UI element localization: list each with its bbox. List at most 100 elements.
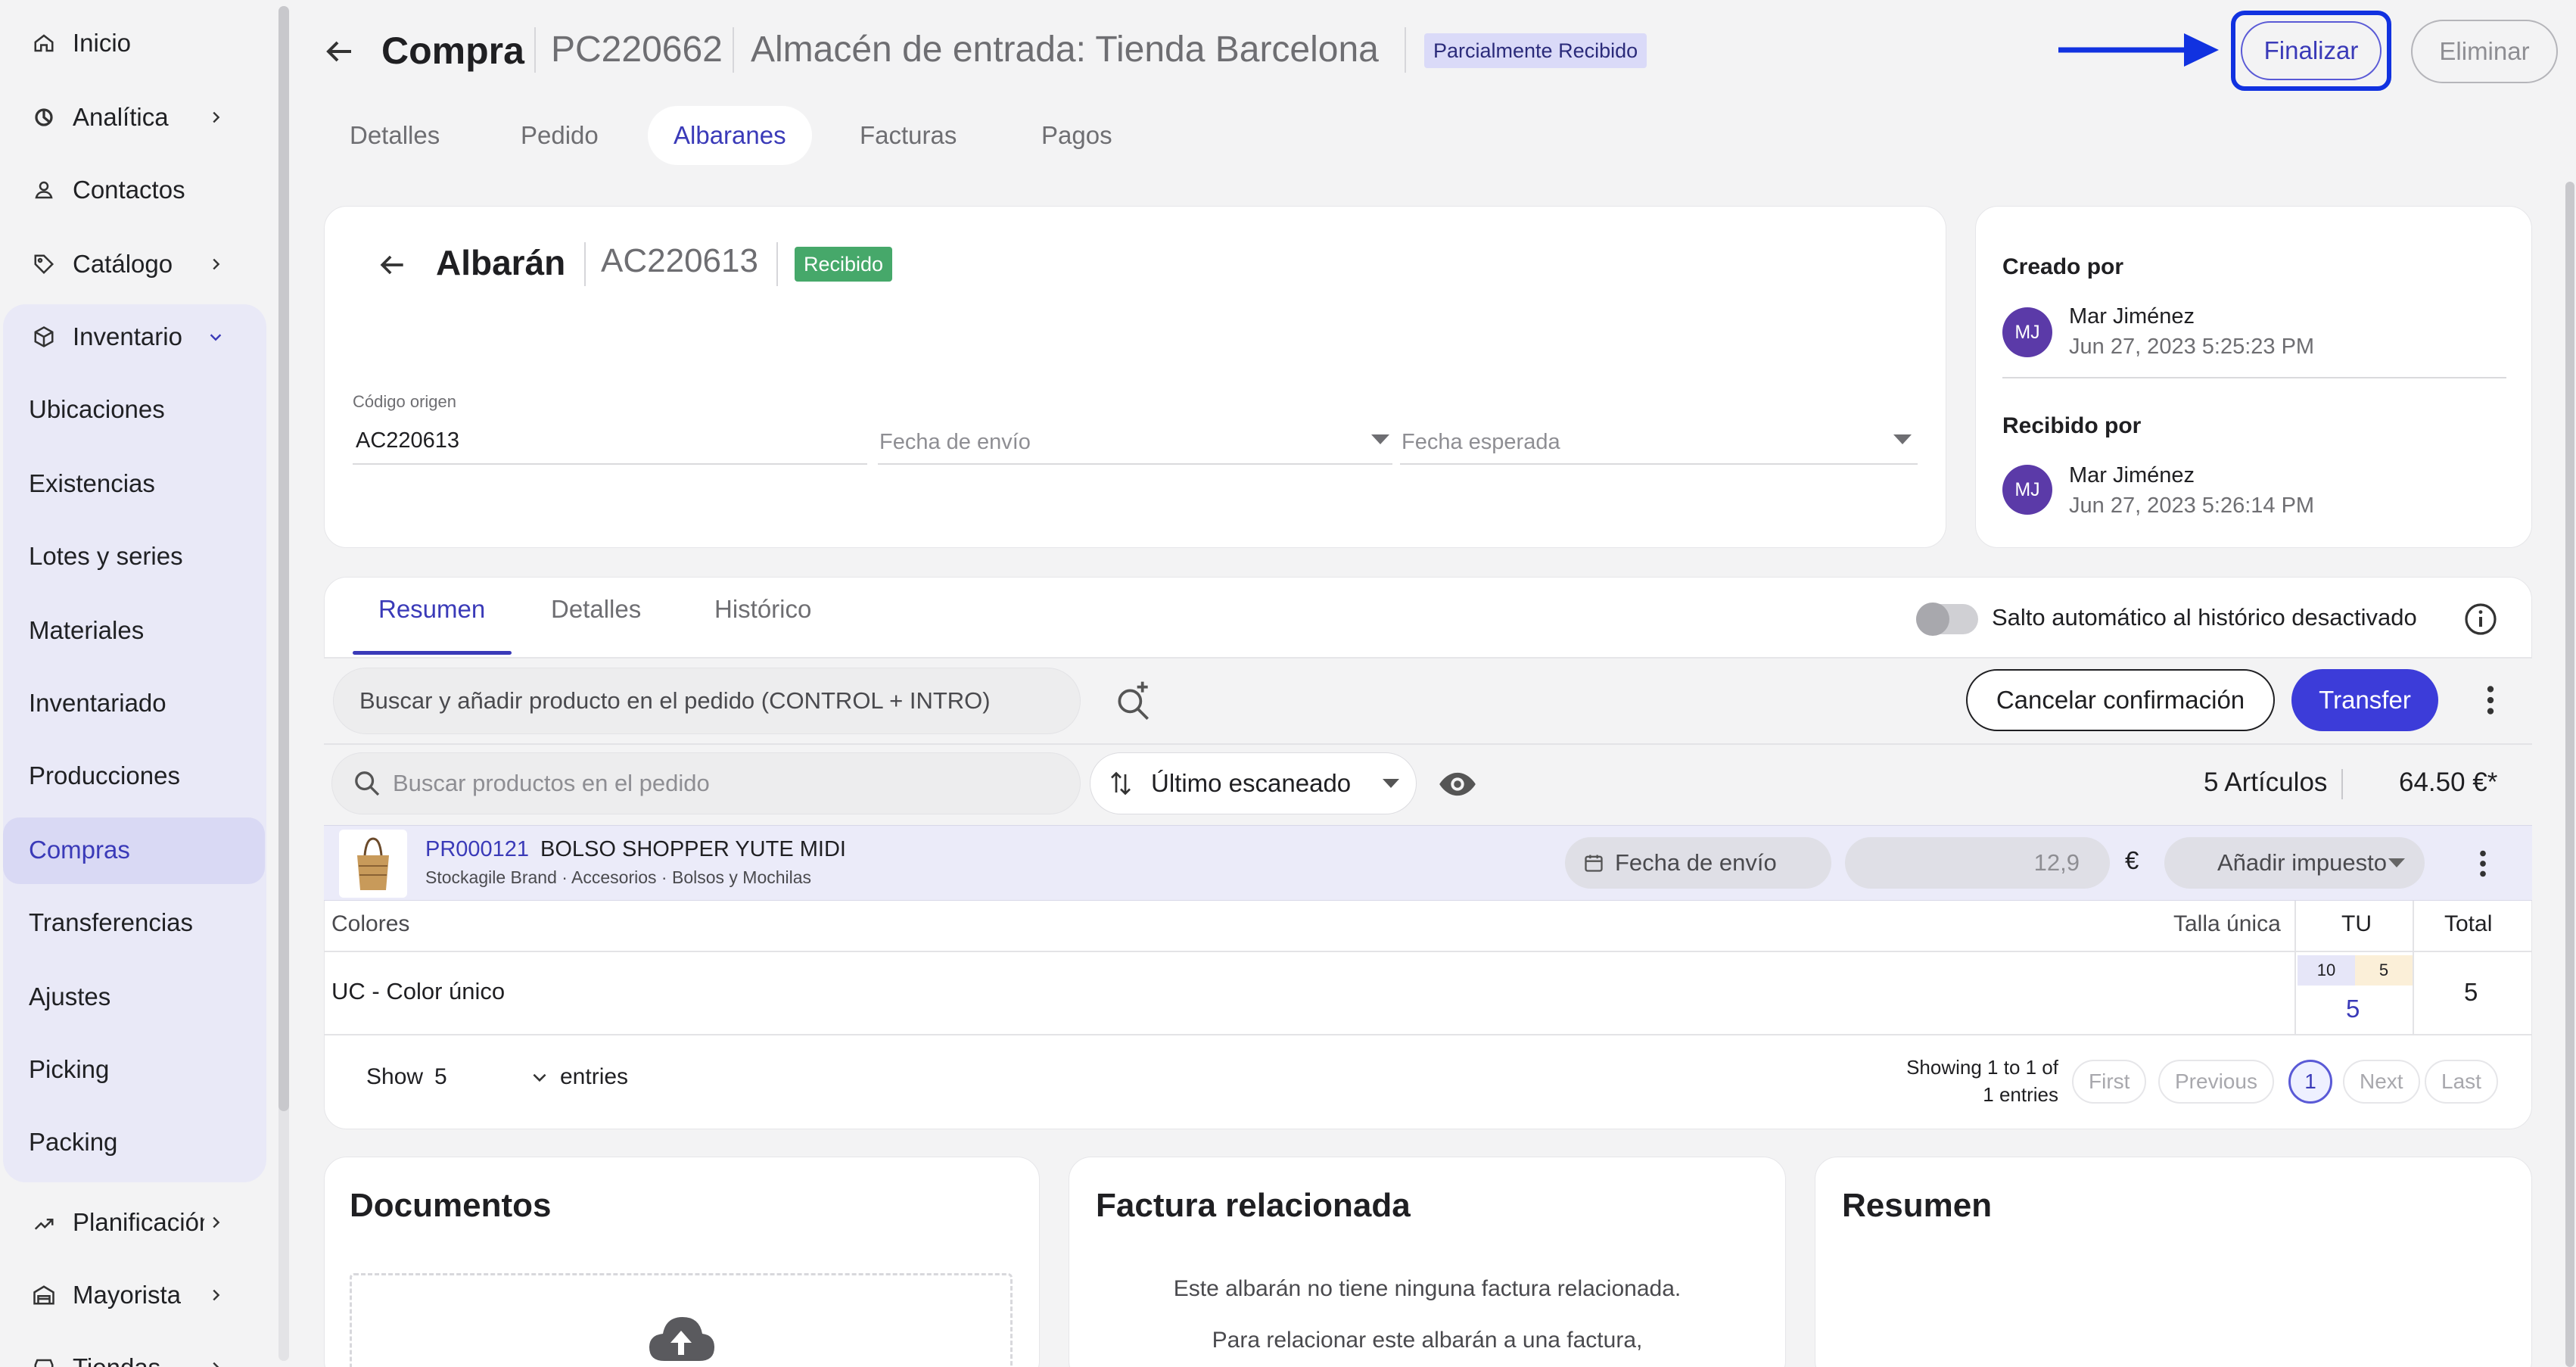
sidebar-item-tiendas[interactable]: Tiendas bbox=[0, 1334, 266, 1367]
page-title: Compra bbox=[381, 30, 524, 72]
tab-historico[interactable]: Histórico bbox=[714, 595, 811, 624]
sidebar-item-inventariado[interactable]: Inventariado bbox=[0, 669, 266, 737]
sidebar-item-transferencias[interactable]: Transferencias bbox=[0, 889, 266, 957]
caret-down-icon bbox=[1893, 434, 1912, 444]
more-vertical-icon[interactable] bbox=[2479, 681, 2502, 719]
delete-button[interactable]: Eliminar bbox=[2411, 20, 2558, 83]
ship-date-picker[interactable]: Fecha de envío bbox=[879, 430, 1031, 455]
sidebar-item-inicio[interactable]: Inicio bbox=[0, 9, 266, 77]
tab-pedido[interactable]: Pedido bbox=[521, 106, 599, 165]
pagination-page-1[interactable]: 1 bbox=[2288, 1060, 2332, 1104]
back-arrow-icon[interactable] bbox=[375, 248, 409, 282]
sidebar-item-analitica[interactable]: Analítica bbox=[0, 83, 266, 151]
auto-history-toggle[interactable] bbox=[1916, 603, 1978, 636]
sidebar-item-inventario[interactable]: Inventario bbox=[0, 303, 266, 371]
add-tax-select[interactable]: Añadir impuesto bbox=[2164, 837, 2425, 889]
sidebar-item-label: Inicio bbox=[73, 29, 132, 57]
documents-title: Documentos bbox=[350, 1187, 552, 1224]
avatar: MJ bbox=[2002, 465, 2052, 515]
user-icon bbox=[29, 175, 59, 205]
summary-title: Resumen bbox=[1842, 1187, 1993, 1224]
divider bbox=[1405, 27, 1406, 73]
divider bbox=[2341, 769, 2343, 799]
sort-icon bbox=[1111, 771, 1131, 796]
input-underline bbox=[353, 463, 867, 465]
pagination-previous[interactable]: Previous bbox=[2158, 1060, 2274, 1104]
add-product-input[interactable]: Buscar y añadir producto en el pedido (C… bbox=[333, 668, 1081, 734]
tab-pagos[interactable]: Pagos bbox=[1041, 106, 1112, 165]
search-products-input[interactable]: Buscar productos en el pedido bbox=[331, 752, 1081, 814]
product-ship-date-picker[interactable]: Fecha de envío bbox=[1565, 837, 1831, 889]
chevron-right-icon bbox=[204, 1211, 227, 1234]
created-by-label: Creado por bbox=[2002, 254, 2124, 279]
purchase-code: PC220662 bbox=[551, 30, 723, 70]
sidebar-item-ubicaciones[interactable]: Ubicaciones bbox=[0, 375, 266, 444]
ship-date-placeholder: Fecha de envío bbox=[1615, 849, 1777, 876]
sidebar-item-picking[interactable]: Picking bbox=[0, 1035, 266, 1104]
search-add-icon[interactable] bbox=[1112, 678, 1155, 721]
pagination-first[interactable]: First bbox=[2072, 1060, 2147, 1104]
sidebar-item-label: Inventario bbox=[73, 322, 182, 350]
product-meta: Stockagile Brand · Accesorios · Bolsos y… bbox=[425, 867, 812, 887]
cancel-confirmation-button[interactable]: Cancelar confirmación bbox=[1966, 669, 2275, 731]
sidebar-item-existencias[interactable]: Existencias bbox=[0, 450, 266, 518]
sort-select[interactable]: Último escaneado bbox=[1090, 752, 1417, 814]
home-icon bbox=[29, 28, 59, 58]
sidebar-item-catalogo[interactable]: Catálogo bbox=[0, 230, 266, 298]
tab-detalles-inner[interactable]: Detalles bbox=[551, 595, 641, 624]
pagination-last[interactable]: Last bbox=[2425, 1060, 2498, 1104]
divider bbox=[584, 242, 586, 286]
product-code-link[interactable]: PR000121 bbox=[425, 837, 529, 862]
sort-value: Último escaneado bbox=[1151, 769, 1352, 797]
entries-select[interactable]: 5 bbox=[434, 1064, 447, 1090]
items-count: 5 Artículos bbox=[2204, 768, 2328, 797]
chart-icon bbox=[29, 102, 59, 132]
albaran-card bbox=[324, 206, 1946, 548]
sidebar-item-planificacion[interactable]: Planificación bbox=[0, 1188, 266, 1256]
received-by-name: Mar Jiménez bbox=[2069, 463, 2195, 487]
sidebar-item-label: Planificación bbox=[73, 1208, 204, 1236]
received-by-label: Recibido por bbox=[2002, 413, 2142, 438]
more-vertical-icon[interactable] bbox=[2472, 846, 2494, 881]
chevron-right-icon bbox=[204, 253, 227, 276]
divider bbox=[324, 657, 2532, 659]
finalize-button[interactable]: Finalizar bbox=[2241, 21, 2382, 80]
sidebar-item-compras[interactable]: Compras bbox=[0, 816, 266, 884]
main-scrollbar[interactable] bbox=[2565, 182, 2574, 1367]
finalize-button-highlight: Finalizar bbox=[2231, 11, 2391, 91]
tab-albaranes[interactable]: Albaranes bbox=[648, 106, 812, 165]
related-invoice-text: Este albarán no tiene ninguna factura re… bbox=[1173, 1276, 1682, 1301]
pagination-next[interactable]: Next bbox=[2343, 1060, 2420, 1104]
tab-detalles[interactable]: Detalles bbox=[350, 106, 440, 165]
eye-icon[interactable] bbox=[1438, 764, 1477, 804]
quantity-link[interactable]: 5 bbox=[2346, 995, 2360, 1023]
sidebar-item-lotes-series[interactable]: Lotes y series bbox=[0, 522, 266, 590]
sidebar-scrollbar[interactable] bbox=[278, 6, 289, 1111]
back-arrow-icon[interactable] bbox=[321, 33, 357, 70]
row-total: 5 bbox=[2464, 978, 2478, 1006]
tab-facturas[interactable]: Facturas bbox=[860, 106, 957, 165]
origin-code-input[interactable]: AC220613 bbox=[356, 428, 459, 453]
toggle-label: Salto automático al histórico desactivad… bbox=[1992, 604, 2417, 631]
column-header-tu: TU bbox=[2341, 911, 2372, 936]
column-header-total: Total bbox=[2444, 911, 2493, 936]
upload-cloud-icon bbox=[645, 1313, 717, 1365]
price-input[interactable]: 12,9 bbox=[1845, 837, 2110, 889]
sidebar-item-mayorista[interactable]: Mayorista bbox=[0, 1261, 266, 1329]
sidebar-item-contactos[interactable]: Contactos bbox=[0, 156, 266, 224]
sidebar-item-ajustes[interactable]: Ajustes bbox=[0, 963, 266, 1031]
sidebar-item-producciones[interactable]: Producciones bbox=[0, 742, 266, 810]
info-icon[interactable] bbox=[2462, 601, 2499, 637]
chevron-down-icon[interactable] bbox=[530, 1067, 549, 1087]
calendar-icon bbox=[1585, 855, 1603, 872]
chevron-right-icon bbox=[204, 1356, 227, 1367]
transfer-button[interactable]: Transfer bbox=[2291, 669, 2438, 731]
tab-resumen[interactable]: Resumen bbox=[378, 595, 485, 624]
expected-date-picker[interactable]: Fecha esperada bbox=[1402, 430, 1560, 455]
sidebar-item-materiales[interactable]: Materiales bbox=[0, 596, 266, 665]
table-divider bbox=[324, 951, 2532, 952]
related-invoice-text: Para relacionar este albarán a una factu… bbox=[1212, 1328, 1643, 1353]
input-underline bbox=[1400, 463, 1918, 465]
sidebar-item-packing[interactable]: Packing bbox=[0, 1108, 266, 1176]
divider bbox=[2002, 377, 2506, 378]
